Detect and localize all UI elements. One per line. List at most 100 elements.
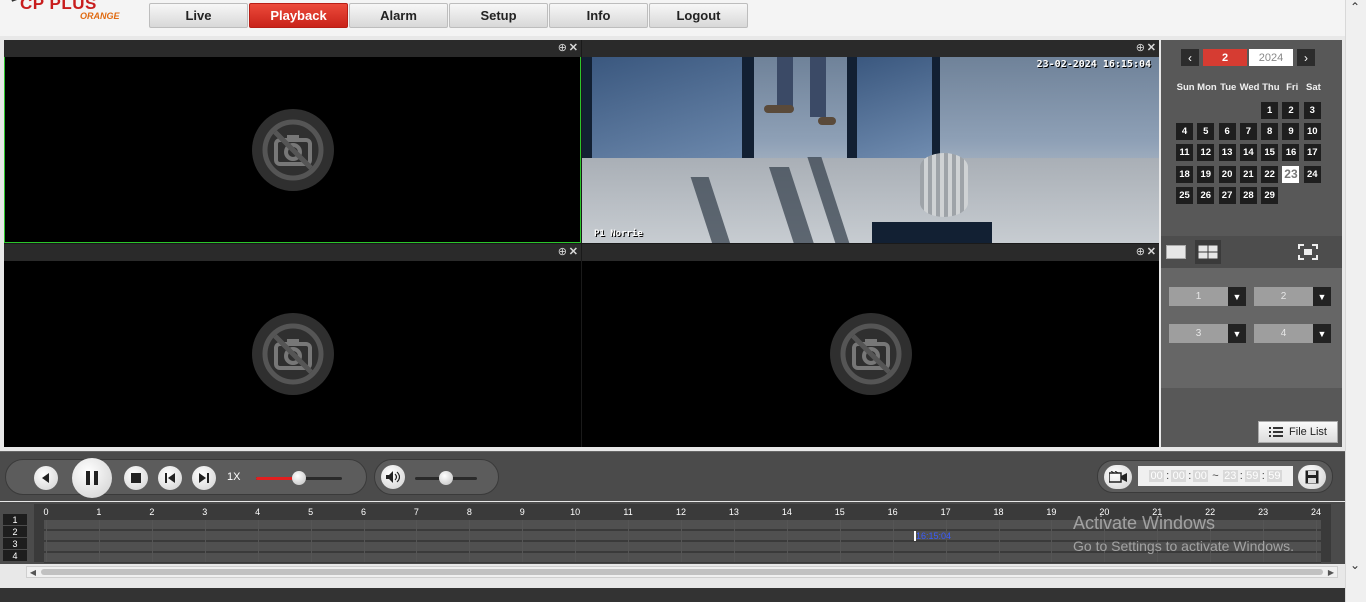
calendar-day[interactable]: 12 [1197, 144, 1215, 162]
calendar-empty-cell [1176, 102, 1193, 119]
calendar-day[interactable]: 9 [1282, 123, 1300, 141]
tab-live[interactable]: Live [149, 3, 248, 28]
tab-playback[interactable]: Playback [249, 3, 348, 28]
timeline-hour-label: 24 [1310, 507, 1322, 517]
volume-controls [374, 459, 499, 495]
time-range-input[interactable]: 00:00:00 ~ 23:59:59 [1138, 466, 1293, 486]
calendar-day[interactable]: 25 [1176, 186, 1193, 204]
calendar-day[interactable]: 2 [1282, 102, 1300, 119]
calendar-day[interactable]: 19 [1197, 165, 1215, 183]
calendar-day[interactable]: 24 [1303, 165, 1321, 183]
next-month-button[interactable]: › [1297, 49, 1315, 66]
calendar-day[interactable]: 16 [1282, 144, 1300, 162]
scroll-left-icon[interactable]: ◀ [27, 567, 39, 577]
prev-month-button[interactable]: ‹ [1181, 49, 1199, 66]
scroll-up-icon[interactable]: ⌃ [1350, 0, 1360, 14]
calendar-day[interactable]: 29 [1261, 186, 1279, 204]
scroll-down-icon[interactable]: ⌄ [1350, 558, 1360, 572]
file-list-button[interactable]: File List [1258, 421, 1338, 443]
calendar-year[interactable]: 2024 [1249, 49, 1293, 66]
timeline-channel-label[interactable]: 1 [3, 514, 27, 525]
close-icon[interactable]: ✕ [1147, 246, 1156, 258]
calendar-day[interactable]: 14 [1239, 144, 1257, 162]
quad-view-icon[interactable] [1195, 240, 1221, 264]
calendar-day[interactable]: 15 [1261, 144, 1279, 162]
start-second[interactable]: 00 [1193, 470, 1209, 482]
calendar-day[interactable]: 17 [1303, 144, 1321, 162]
calendar-month[interactable]: 2 [1203, 49, 1247, 66]
calendar-day[interactable]: 28 [1239, 186, 1257, 204]
timeline-row-1[interactable] [44, 520, 1321, 530]
timeline-channel-label[interactable]: 2 [3, 526, 27, 537]
channel-select-2[interactable]: 2 ▼ [1254, 287, 1331, 306]
calendar-day[interactable]: 21 [1239, 165, 1257, 183]
timeline-row-2[interactable] [44, 531, 1321, 541]
scroll-thumb[interactable] [41, 569, 1323, 575]
timeline-hour-label: 9 [519, 507, 525, 517]
timeline-channel-label[interactable]: 3 [3, 538, 27, 549]
timeline-hour-label: 0 [43, 507, 49, 517]
close-icon[interactable]: ✕ [569, 246, 578, 258]
timeline-row-3[interactable] [44, 542, 1321, 552]
fullscreen-icon[interactable] [1295, 240, 1321, 264]
end-second[interactable]: 59 [1266, 470, 1282, 482]
calendar-day[interactable]: 8 [1261, 123, 1279, 141]
video-clip-icon[interactable] [1104, 465, 1132, 489]
calendar-day[interactable]: 18 [1176, 165, 1193, 183]
scroll-right-icon[interactable]: ▶ [1325, 567, 1337, 577]
calendar-day[interactable]: 6 [1218, 123, 1236, 141]
prev-frame-button[interactable] [158, 466, 182, 490]
zoom-in-icon[interactable]: ⊕ [558, 246, 567, 258]
video-pane-1[interactable]: ⊕ ✕ [4, 40, 581, 243]
close-icon[interactable]: ✕ [1147, 42, 1156, 54]
timeline-row-4[interactable] [44, 553, 1321, 563]
pause-button[interactable] [72, 458, 112, 498]
volume-slider-handle[interactable] [439, 471, 453, 485]
calendar-day[interactable]: 10 [1303, 123, 1321, 141]
calendar-day[interactable]: 4 [1176, 123, 1193, 141]
calendar-day[interactable]: 11 [1176, 144, 1193, 162]
channel-select-4[interactable]: 4 ▼ [1254, 324, 1331, 343]
single-view-icon[interactable] [1163, 240, 1189, 264]
channel-select-3[interactable]: 3 ▼ [1169, 324, 1246, 343]
video-pane-4[interactable]: ⊕ ✕ [582, 244, 1159, 447]
next-frame-button[interactable] [192, 466, 216, 490]
speaker-icon[interactable] [381, 465, 405, 489]
timeline-track[interactable]: 0 1 2 3 4 5 6 7 8 9 10 11 12 13 14 15 16 17 18 19 20 21 22 23 24… [34, 504, 1331, 563]
end-minute[interactable]: 59 [1244, 470, 1260, 482]
tab-info[interactable]: Info [549, 3, 648, 28]
calendar-day[interactable]: 7 [1239, 123, 1257, 141]
vertical-scrollbar[interactable]: ⌃ ⌄ [1345, 0, 1366, 602]
save-clip-icon[interactable] [1298, 465, 1326, 489]
calendar-day[interactable]: 5 [1197, 123, 1215, 141]
start-hour[interactable]: 00 [1149, 470, 1165, 482]
calendar-day[interactable]: 26 [1197, 186, 1215, 204]
calendar-day[interactable]: 20 [1218, 165, 1236, 183]
osd-camera-name: P1 Norrie [594, 229, 643, 239]
horizontal-scrollbar[interactable]: ◀ ▶ [26, 566, 1338, 578]
end-hour[interactable]: 23 [1222, 470, 1238, 482]
channel-select-1[interactable]: 1 ▼ [1169, 287, 1246, 306]
calendar-day[interactable]: 3 [1303, 102, 1321, 119]
calendar-day[interactable]: 23 [1282, 165, 1300, 183]
timeline-channel-label[interactable]: 4 [3, 550, 27, 561]
calendar-day[interactable]: 27 [1218, 186, 1236, 204]
calendar-day[interactable]: 13 [1218, 144, 1236, 162]
play-reverse-button[interactable] [34, 466, 58, 490]
zoom-in-icon[interactable]: ⊕ [1136, 246, 1145, 258]
timeline-hour-tick [310, 520, 312, 562]
start-minute[interactable]: 00 [1171, 470, 1187, 482]
close-icon[interactable]: ✕ [569, 42, 578, 54]
calendar-day[interactable]: 22 [1261, 165, 1279, 183]
calendar-day[interactable]: 1 [1261, 102, 1279, 119]
speed-slider-handle[interactable] [292, 471, 306, 485]
video-pane-2[interactable]: ⊕ ✕ 23-02-2024 16:15:04 P1 Norrie [582, 40, 1159, 243]
tab-setup[interactable]: Setup [449, 3, 548, 28]
zoom-in-icon[interactable]: ⊕ [558, 42, 567, 54]
video-pane-3[interactable]: ⊕ ✕ [4, 244, 581, 447]
zoom-in-icon[interactable]: ⊕ [1136, 42, 1145, 54]
tab-logout[interactable]: Logout [649, 3, 748, 28]
tab-alarm[interactable]: Alarm [349, 3, 448, 28]
timeline-hour-tick [363, 520, 365, 562]
stop-button[interactable] [124, 466, 148, 490]
